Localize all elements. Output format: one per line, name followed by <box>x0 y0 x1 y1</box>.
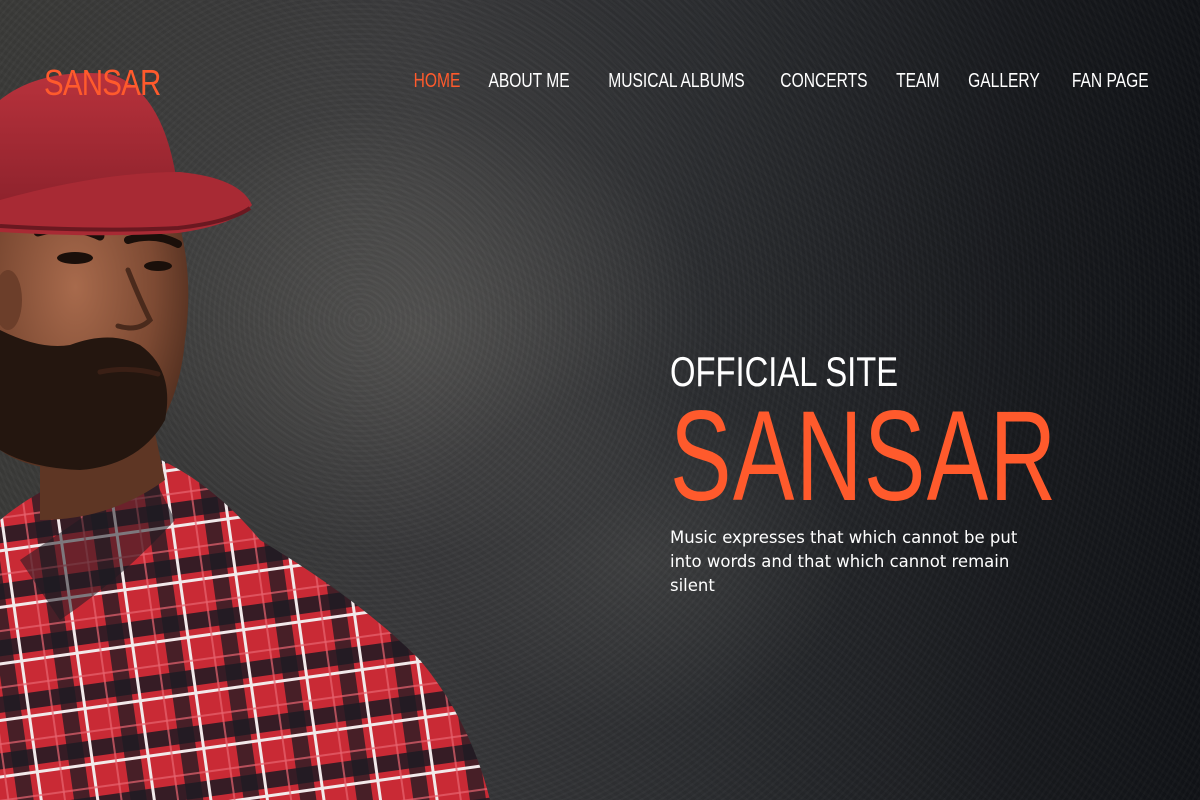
nav-item-concerts[interactable]: CONCERTS <box>780 70 867 93</box>
hero-section: OFFICIAL SITE SANSAR Music expresses tha… <box>670 348 1090 615</box>
nav-item-home[interactable]: HOME <box>414 70 461 93</box>
hero-title: SANSAR <box>670 385 1058 528</box>
nav-item-musical-albums[interactable]: MUSICAL ALBUMS <box>608 70 744 93</box>
artist-portrait <box>0 73 490 800</box>
hero-tagline: Music expresses that which cannot be put… <box>670 528 1018 595</box>
nav-item-about-me[interactable]: ABOUT ME <box>489 70 570 93</box>
site-logo[interactable]: SANSAR <box>44 62 161 104</box>
nav-item-fan-page[interactable]: FAN PAGE <box>1072 70 1149 93</box>
nav-item-gallery[interactable]: GALLERY <box>968 70 1040 93</box>
nav-item-team[interactable]: TEAM <box>896 70 939 93</box>
main-navigation: HOME ABOUT ME MUSICAL ALBUMS CONCERTS TE… <box>407 70 1160 96</box>
